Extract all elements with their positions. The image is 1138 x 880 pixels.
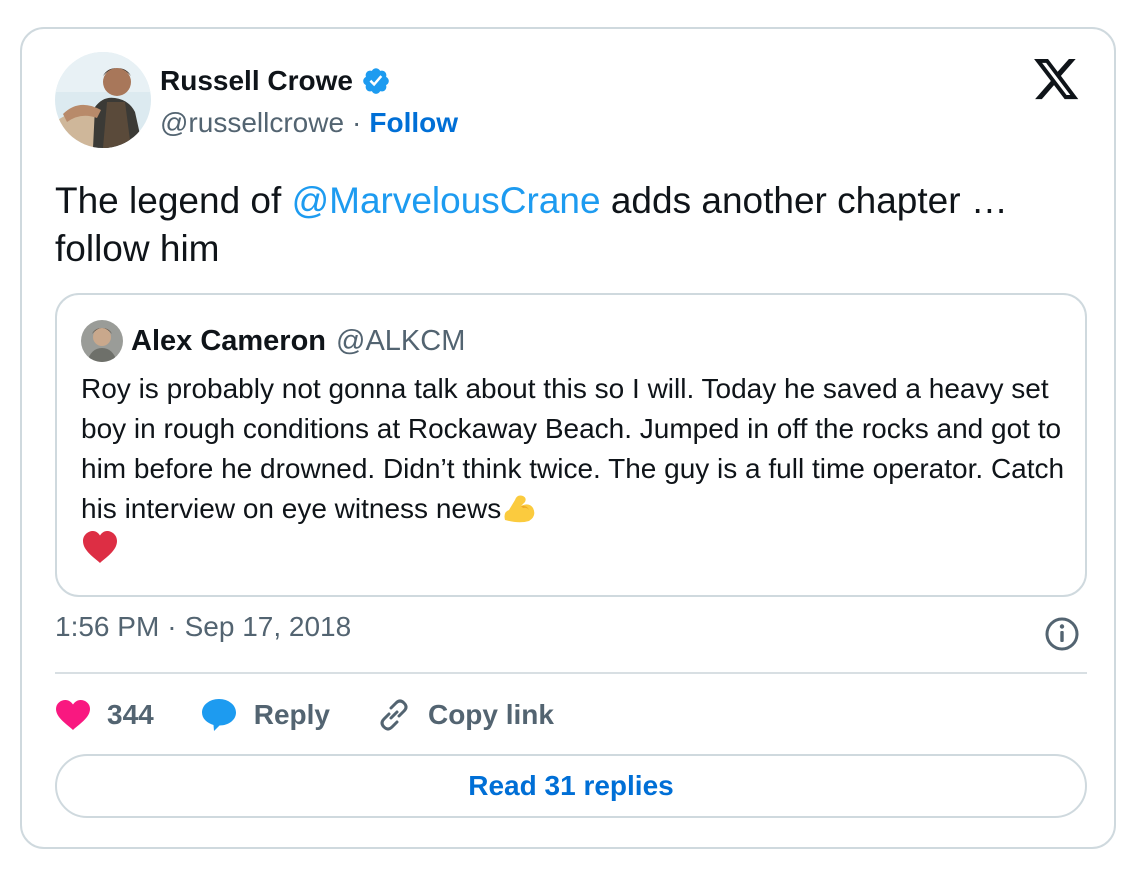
link-icon [380,699,408,731]
quoted-tweet-body: Roy is probably not gonna talk about thi… [81,373,1065,524]
tweet-embed-card: Russell Crowe @russellcrowe · Follow The… [20,27,1116,849]
verified-badge-icon [363,68,389,94]
flexed-biceps-icon [504,495,535,523]
tweet-mention-link[interactable]: @MarvelousCrane [292,180,601,221]
tweet-text: The legend of @MarvelousCrane adds anoth… [55,177,1075,273]
copy-link-button[interactable]: Copy link [376,697,554,733]
quoted-tweet-text: Roy is probably not gonna talk about thi… [81,369,1071,569]
timestamp-date: Sep 17, 2018 [184,611,352,642]
tweet-timestamp[interactable]: 1:56 PM · Sep 17, 2018 [55,611,351,643]
timestamp-separator: · [167,611,177,642]
x-logo-icon[interactable] [1034,59,1080,101]
heart-icon [56,700,90,730]
divider [55,672,1087,674]
read-replies-button[interactable]: Read 31 replies [55,754,1087,818]
quoted-tweet[interactable]: Alex Cameron @ALKCM Roy is probably not … [55,293,1087,597]
speech-bubble-icon [201,699,236,731]
follow-link[interactable]: Follow [369,107,458,139]
quoted-author-handle: @ALKCM [336,324,466,357]
quoted-author-avatar[interactable] [81,320,123,362]
red-heart-icon [83,531,117,563]
reply-label: Reply [253,699,330,730]
author-display-name[interactable]: Russell Crowe [160,65,353,97]
author-avatar[interactable] [55,52,151,148]
reply-button[interactable]: Reply [200,697,330,733]
tweet-text-before: The legend of [55,180,292,221]
info-icon[interactable] [1044,616,1080,652]
copy-link-label: Copy link [427,699,554,730]
like-button[interactable]: 344 [55,699,154,731]
tweet-actions: 344 Reply Copy link [55,693,600,737]
author-handle[interactable]: @russellcrowe [160,107,344,139]
handle-separator: · [352,107,362,138]
likes-count: 344 [107,699,154,730]
timestamp-time: 1:56 PM [55,611,160,642]
quoted-author-name: Alex Cameron [131,324,327,357]
